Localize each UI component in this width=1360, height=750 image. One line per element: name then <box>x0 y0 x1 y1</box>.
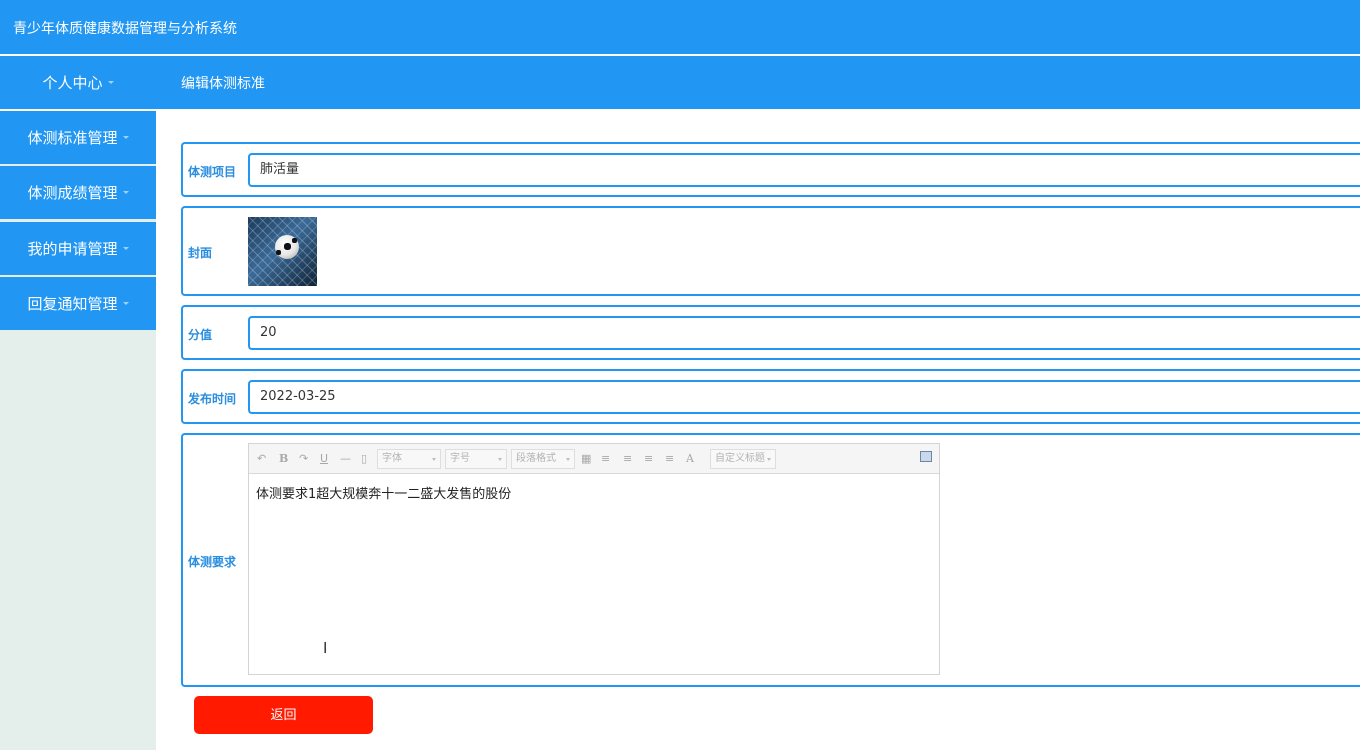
sidebar: 体测标准管理 体测成绩管理 我的申请管理 回复通知管理 <box>0 111 156 750</box>
user-center-menu[interactable]: 个人中心 <box>0 56 156 109</box>
underline-icon[interactable]: U <box>320 450 328 468</box>
score-input[interactable]: 20 <box>248 316 1360 350</box>
user-center-label: 个人中心 <box>42 74 103 92</box>
align-left-icon[interactable]: ≡ <box>601 450 610 468</box>
sidebar-item-scores[interactable]: 体测成绩管理 <box>0 166 156 219</box>
paragraph-format-select[interactable]: 段落格式 <box>511 449 575 469</box>
align-right-icon[interactable]: ≡ <box>644 450 653 468</box>
rich-text-editor[interactable]: ↶ B ↷ U — ▯ 字体 字号 段落格式 ▦ ≡ ≡ ≡ ≡ A 自定义标题… <box>248 443 940 675</box>
chevron-down-icon <box>122 136 129 139</box>
score-label: 分值 <box>188 328 213 342</box>
redo-icon[interactable]: ↷ <box>299 450 308 468</box>
horizontal-rule-icon[interactable]: — <box>340 450 351 468</box>
form-row-score: 分值 20 <box>181 305 1360 360</box>
text-cursor-icon: I <box>323 639 328 657</box>
score-value: 20 <box>260 325 277 340</box>
fullscreen-icon[interactable] <box>920 451 932 462</box>
sidebar-item-standard[interactable]: 体测标准管理 <box>0 111 156 164</box>
form-row-publish-time: 发布时间 2022-03-25 <box>181 369 1360 424</box>
cover-image[interactable] <box>248 217 317 286</box>
editor-toolbar: ↶ B ↷ U — ▯ 字体 字号 段落格式 ▦ ≡ ≡ ≡ ≡ A 自定义标题 <box>249 444 939 474</box>
form-row-item: 体测项目 肺活量 <box>181 142 1360 197</box>
font-family-select[interactable]: 字体 <box>377 449 441 469</box>
chevron-down-icon <box>122 247 129 250</box>
ball-patch <box>292 238 297 243</box>
editor-content[interactable]: 体测要求1超大规模奔十一二盛大发售的股份 <box>249 474 939 511</box>
sidebar-item-label: 体测成绩管理 <box>27 184 118 202</box>
form-row-requirement: 体测要求 ↶ B ↷ U — ▯ 字体 字号 段落格式 ▦ ≡ ≡ ≡ ≡ A … <box>181 433 1360 687</box>
font-color-icon[interactable]: A <box>686 450 694 468</box>
publish-time-input[interactable]: 2022-03-25 <box>248 380 1360 414</box>
chevron-down-icon <box>122 191 129 194</box>
item-value: 肺活量 <box>260 162 300 177</box>
soccer-ball-icon <box>275 235 299 259</box>
back-button[interactable]: 返回 <box>194 696 373 734</box>
requirement-label: 体测要求 <box>188 555 237 569</box>
undo-icon[interactable]: ↶ <box>257 450 266 468</box>
app-title-bar: 青少年体质健康数据管理与分析系统 <box>0 0 1360 54</box>
align-justify-icon[interactable]: ≡ <box>665 450 674 468</box>
form-row-cover: 封面 <box>181 206 1360 296</box>
item-label: 体测项目 <box>188 165 237 179</box>
publish-time-value: 2022-03-25 <box>260 389 336 404</box>
item-input[interactable]: 肺活量 <box>248 153 1360 187</box>
app-title: 青少年体质健康数据管理与分析系统 <box>13 21 237 37</box>
sidebar-item-applications[interactable]: 我的申请管理 <box>0 222 156 275</box>
font-size-select[interactable]: 字号 <box>445 449 507 469</box>
publish-time-label: 发布时间 <box>188 392 237 406</box>
ball-patch <box>276 250 281 255</box>
document-icon[interactable]: ▯ <box>361 450 367 468</box>
chevron-down-icon <box>122 302 129 305</box>
cover-label: 封面 <box>188 246 213 260</box>
sidebar-item-label: 回复通知管理 <box>27 295 118 313</box>
sidebar-item-label: 我的申请管理 <box>27 240 118 258</box>
chevron-down-icon <box>107 81 114 84</box>
bold-icon[interactable]: B <box>279 450 288 468</box>
page-title: 编辑体测标准 <box>181 76 265 92</box>
sidebar-item-label: 体测标准管理 <box>27 129 118 147</box>
sidebar-item-notices[interactable]: 回复通知管理 <box>0 277 156 330</box>
align-center-icon[interactable]: ≡ <box>623 450 632 468</box>
custom-title-select[interactable]: 自定义标题 <box>710 449 776 469</box>
ball-patch <box>284 243 291 250</box>
table-icon[interactable]: ▦ <box>581 450 591 468</box>
